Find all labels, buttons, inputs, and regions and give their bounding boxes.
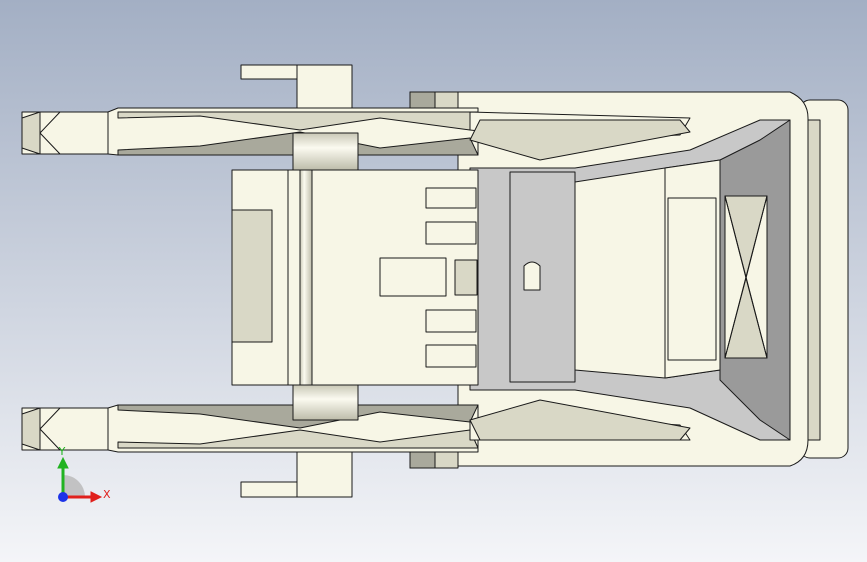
cad-viewport[interactable]: X Y <box>0 0 867 562</box>
x-axis-label: X <box>103 488 111 501</box>
viewport-canvas[interactable]: X Y <box>0 0 867 562</box>
front-shell <box>231 132 479 421</box>
y-axis-label: Y <box>58 445 66 458</box>
z-axis-dot <box>58 492 68 502</box>
